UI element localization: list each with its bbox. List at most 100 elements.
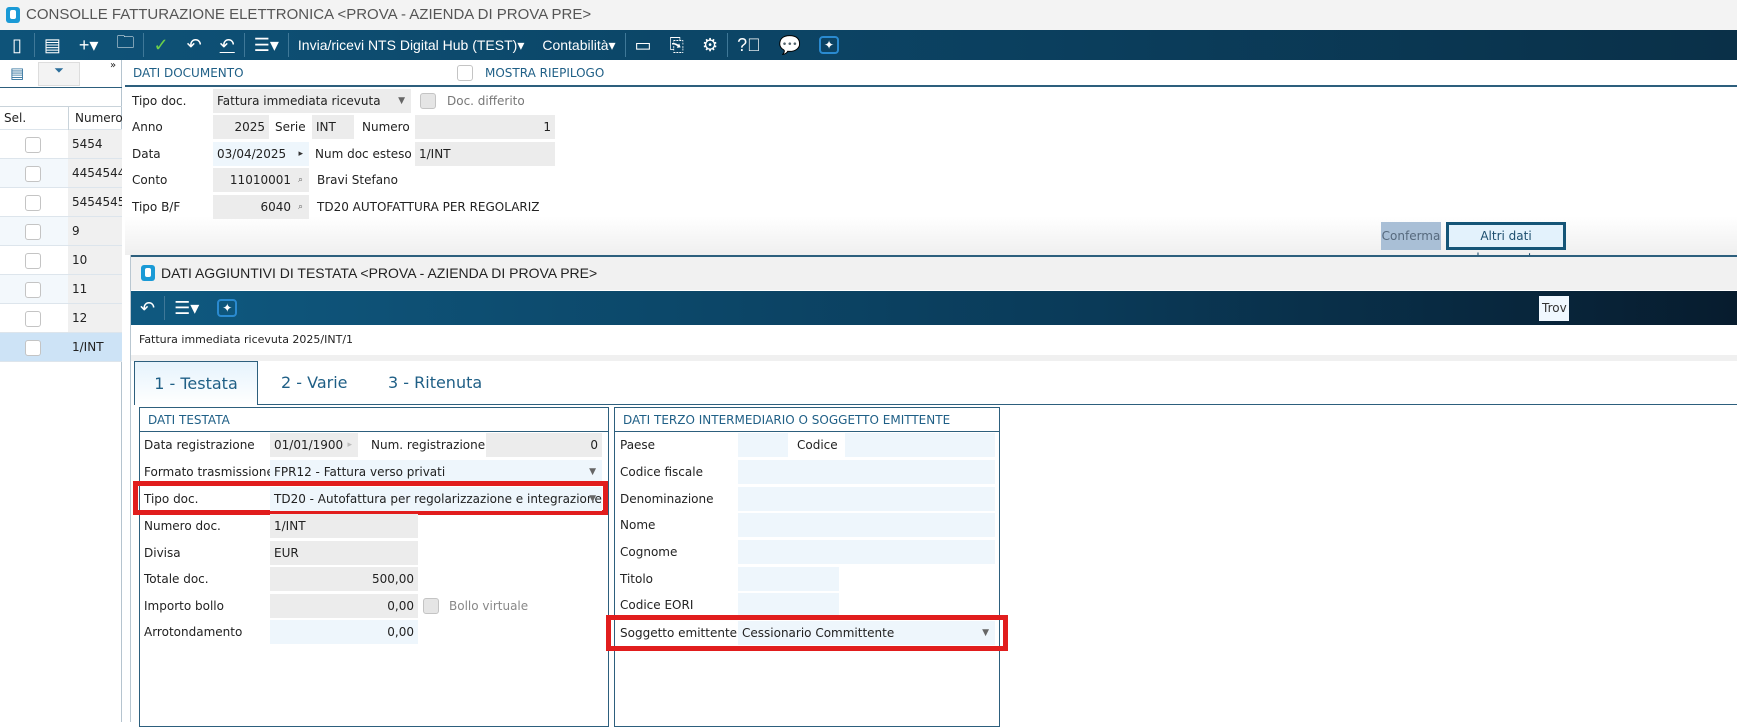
undo-icon[interactable]: ↶ — [131, 293, 164, 323]
folder-open-icon[interactable]: 🗀 — [107, 30, 143, 60]
anno-field[interactable]: 2025 — [213, 115, 269, 139]
search-input[interactable]: Trov — [1539, 296, 1569, 321]
row-select-checkbox[interactable] — [25, 195, 41, 211]
hub-menu[interactable]: Invia/ricevi NTS Digital Hub (TEST) ▾ — [289, 30, 533, 60]
bollo-virtuale-checkbox[interactable] — [423, 598, 439, 614]
data-field[interactable]: 03/04/2025 ▸ — [213, 142, 309, 166]
codice-eori-field[interactable] — [738, 593, 839, 617]
titolo-label: Titolo — [620, 572, 654, 586]
gear-icon[interactable]: ⚙ — [693, 30, 727, 60]
row-numero: 5454 — [68, 130, 122, 158]
contabilita-menu[interactable]: Contabilità ▾ — [533, 30, 624, 60]
tab-testata[interactable]: 1 - Testata — [134, 361, 258, 405]
arrotondamento-field[interactable]: 0,00 — [270, 620, 418, 644]
tipo-doc-select[interactable]: Fattura immediata ricevuta ▼ — [213, 89, 411, 113]
row-select-checkbox[interactable] — [25, 166, 41, 182]
tab-ritenuta[interactable]: 3 - Ritenuta — [388, 361, 482, 405]
list-view-icon[interactable]: ▤ — [10, 64, 24, 82]
cognome-field[interactable] — [738, 540, 995, 564]
row-select-checkbox[interactable] — [25, 253, 41, 269]
section-title: DATI DOCUMENTO — [125, 60, 1737, 87]
table-row[interactable]: 10 — [0, 246, 122, 275]
mostra-riepilogo-checkbox[interactable] — [457, 65, 473, 81]
search-icon: ⌕ — [297, 202, 303, 212]
undo-icon[interactable]: ↶ — [178, 30, 211, 60]
tipo-doc-select[interactable]: TD20 - Autofattura per regolarizzazione … — [270, 487, 602, 511]
row-select-checkbox[interactable] — [25, 282, 41, 298]
row-numero: 11 — [68, 275, 122, 303]
conto-field[interactable]: 11010001 ⌕ — [213, 168, 309, 192]
divisa-field[interactable]: EUR — [270, 541, 418, 565]
num-doc-esteso-field[interactable]: 1/INT — [415, 142, 555, 166]
window-title: CONSOLLE FATTURAZIONE ELETTRONICA <PROVA… — [26, 6, 592, 23]
attachment-icon[interactable]: ⎘ — [661, 30, 693, 60]
table-row[interactable]: 12 — [0, 304, 122, 333]
mostra-riepilogo-label: MOSTRA RIEPILOGO — [485, 66, 605, 80]
row-select-checkbox[interactable] — [25, 137, 41, 153]
numero-doc-label: Numero doc. — [144, 519, 221, 533]
num-doc-esteso-label: Num doc esteso — [315, 147, 412, 161]
row-numero: 1/INT — [68, 333, 122, 361]
codice-eori-label: Codice EORI — [620, 598, 694, 612]
denominazione-field[interactable] — [738, 487, 995, 511]
row-select-checkbox[interactable] — [25, 224, 41, 240]
add-icon[interactable]: +▾ — [70, 30, 108, 60]
numero-doc-field[interactable]: 1/INT — [270, 514, 418, 538]
tab-varie[interactable]: 2 - Varie — [281, 361, 348, 405]
titolo-field[interactable] — [738, 567, 839, 591]
totale-doc-label: Totale doc. — [144, 572, 209, 586]
row-select-checkbox[interactable] — [25, 311, 41, 327]
col-numero-header[interactable]: Numero — [68, 107, 123, 130]
ai-assistant-icon[interactable]: ✦ — [810, 30, 848, 60]
soggetto-emittente-select[interactable]: Cessionario Committente ▼ — [738, 621, 995, 645]
help-icon[interactable]: ?⃝ — [728, 30, 770, 60]
new-document-icon[interactable]: ▤ — [35, 30, 70, 60]
confirm-check-icon[interactable]: ✓ — [144, 30, 177, 60]
menu-icon[interactable]: ☰▾ — [165, 293, 208, 323]
importo-bollo-label: Importo bollo — [144, 599, 224, 613]
conto-label: Conto — [132, 173, 168, 187]
dialog-title-bar: DATI AGGIUNTIVI DI TESTATA <PROVA - AZIE… — [131, 255, 1737, 290]
dialog-title: DATI AGGIUNTIVI DI TESTATA <PROVA - AZIE… — [161, 265, 598, 281]
table-row[interactable]: 44545445 — [0, 159, 122, 188]
num-registrazione-field[interactable]: 0 — [486, 433, 602, 457]
undo-all-icon[interactable]: ↶ — [211, 30, 244, 60]
table-row[interactable]: 54545454 — [0, 188, 122, 217]
importo-bollo-field[interactable]: 0,00 — [270, 594, 418, 618]
table-row[interactable]: 9 — [0, 217, 122, 246]
data-registrazione-field[interactable]: 01/01/1900 ▸ — [270, 433, 358, 457]
col-sel-header[interactable]: Sel. — [4, 107, 26, 129]
filter-icon[interactable]: ⏷ — [38, 62, 80, 86]
tipo-bf-field[interactable]: 6040 ⌕ — [213, 195, 309, 219]
table-row[interactable]: 11 — [0, 275, 122, 304]
ai-assistant-icon[interactable]: ✦ — [208, 293, 246, 323]
monitor-icon[interactable]: ▭ — [626, 30, 661, 60]
bollo-virtuale-label: Bollo virtuale — [449, 599, 529, 613]
row-select-checkbox[interactable] — [25, 340, 41, 356]
app-icon — [6, 7, 20, 23]
menu-icon[interactable]: ☰▾ — [245, 30, 288, 60]
doc-differito-checkbox[interactable] — [420, 93, 436, 109]
conto-description: Bravi Stefano — [317, 173, 398, 187]
paese-field[interactable] — [738, 433, 788, 457]
dati-testata-title: DATI TESTATA — [140, 408, 608, 432]
soggetto-emittente-label: Soggetto emittente — [620, 626, 738, 640]
altri-dati-documento-button[interactable]: Altri dati documento — [1446, 222, 1566, 265]
nome-field[interactable] — [738, 513, 995, 537]
codice-field[interactable] — [845, 433, 995, 457]
dati-terzo-title: DATI TERZO INTERMEDIARIO O SOGGETTO EMIT… — [615, 408, 999, 432]
expand-icon[interactable]: » — [110, 60, 116, 71]
codice-fiscale-field[interactable] — [738, 460, 995, 484]
row-numero: 10 — [68, 246, 122, 274]
numero-field[interactable]: 1 — [415, 115, 555, 139]
chat-icon[interactable]: 💬 — [770, 30, 810, 60]
row-numero: 12 — [68, 304, 122, 332]
denominazione-label: Denominazione — [620, 492, 714, 506]
serie-field[interactable]: INT — [312, 115, 354, 139]
totale-doc-field[interactable]: 500,00 — [270, 567, 418, 591]
row-numero: 9 — [68, 217, 122, 245]
conferma-button[interactable]: Conferma — [1381, 222, 1441, 250]
table-row[interactable]: 1/INT — [0, 333, 122, 362]
panel-toggle-icon[interactable]: ▯ — [0, 30, 34, 60]
table-row[interactable]: 5454 — [0, 130, 122, 159]
